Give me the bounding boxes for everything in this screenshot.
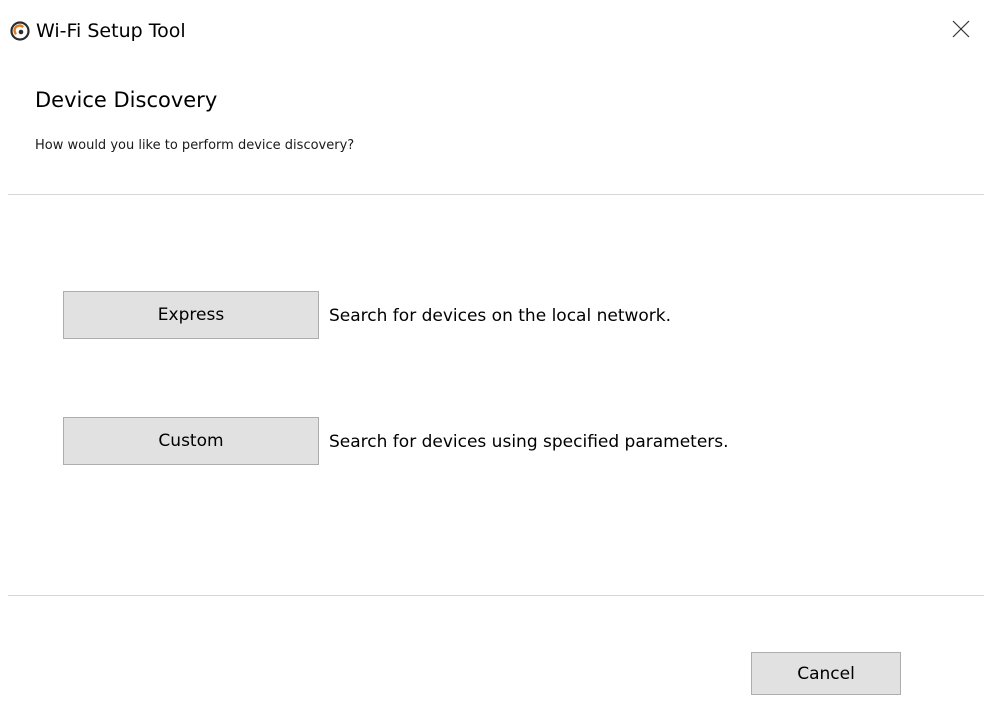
page-subheading: How would you like to perform device dis…	[35, 138, 355, 153]
custom-description: Search for devices using specified param…	[329, 432, 729, 452]
page-heading: Device Discovery	[35, 88, 218, 112]
app-logo-icon	[10, 21, 30, 41]
express-button[interactable]: Express	[63, 291, 319, 339]
header-divider	[8, 194, 984, 195]
close-icon	[952, 20, 970, 42]
footer-divider	[8, 595, 984, 596]
custom-button[interactable]: Custom	[63, 417, 319, 465]
close-button[interactable]	[938, 8, 984, 54]
window-title: Wi-Fi Setup Tool	[36, 20, 186, 42]
cancel-button[interactable]: Cancel	[751, 652, 901, 695]
title-bar: Wi-Fi Setup Tool	[0, 0, 984, 60]
setup-window: Wi-Fi Setup Tool Device Discovery How wo…	[0, 0, 984, 725]
express-description: Search for devices on the local network.	[329, 306, 672, 326]
